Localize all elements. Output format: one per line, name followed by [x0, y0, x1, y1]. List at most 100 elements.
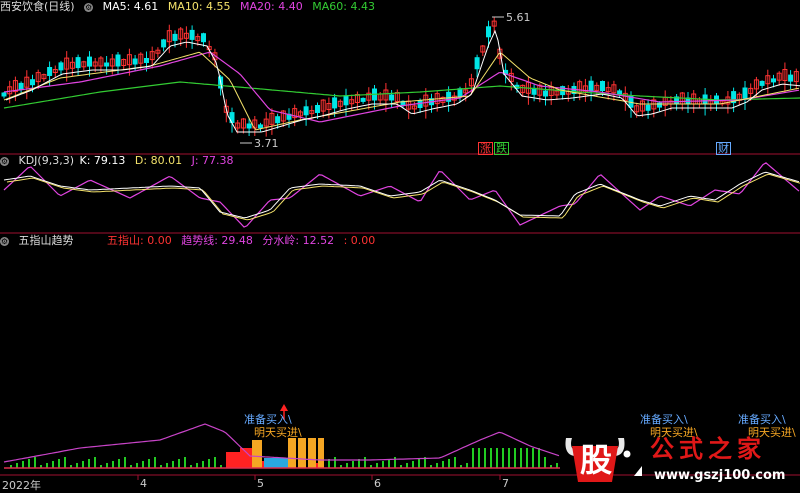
five-finger-bar — [514, 448, 516, 468]
signal-block — [298, 438, 306, 468]
five-finger-bar — [64, 457, 66, 468]
candle-body[interactable] — [645, 104, 651, 111]
five-finger-bar — [508, 448, 510, 468]
candle-body[interactable] — [275, 116, 281, 124]
tomorrow-buy-signal: 明天买进\ — [254, 426, 302, 439]
ma10-label: MA10: 4.55 — [167, 0, 231, 13]
candle-body[interactable] — [47, 67, 53, 76]
watermark-logo: 股 公式之家 www.gszj100.com — [562, 432, 800, 490]
watermark-url: www.gszj100.com — [654, 468, 786, 483]
candle-body[interactable] — [30, 79, 35, 86]
watermark-char: 股 — [579, 441, 612, 479]
candle-body[interactable] — [332, 97, 338, 109]
candle-body[interactable] — [144, 58, 149, 63]
five-finger-value: 五指山: 0.00 — [107, 234, 172, 247]
candle-body[interactable] — [315, 105, 320, 113]
five-finger-bar — [214, 457, 216, 468]
five-finger-bar — [172, 461, 174, 468]
trend-line-value: 趋势线: 29.48 — [181, 234, 253, 247]
event-tag-down[interactable]: 跌 — [494, 142, 509, 155]
extra-value: : 0.00 — [343, 234, 376, 247]
five-finger-bar — [178, 459, 180, 468]
kdj-k-value: K: 79.13 — [79, 154, 126, 167]
candlestick-series[interactable] — [1, 17, 799, 137]
candle-body[interactable] — [788, 74, 794, 82]
high-price-label: 5.61 — [506, 11, 531, 24]
candle-body[interactable] — [132, 58, 138, 65]
candle-body[interactable] — [303, 106, 309, 116]
candle-body[interactable] — [457, 88, 463, 98]
candle-body[interactable] — [104, 62, 110, 67]
kdj-name[interactable]: KDJ(9,3,3) — [19, 154, 75, 167]
five-finger-bar — [502, 448, 504, 468]
x-axis-label: 2022年 — [2, 479, 41, 492]
candle-body[interactable] — [600, 81, 605, 91]
five-finger-bar — [184, 457, 186, 468]
five-finger-bar — [22, 461, 24, 468]
signal-block — [288, 438, 296, 468]
candle-body[interactable] — [115, 54, 121, 67]
five-finger-bar — [496, 448, 498, 468]
kdj-d-value: D: 80.01 — [134, 154, 183, 167]
settings-icon[interactable]: ⚙ — [0, 236, 9, 246]
candle-body[interactable] — [161, 39, 167, 48]
stock-title[interactable]: 西安饮食(日线) — [0, 0, 75, 13]
candle-body[interactable] — [617, 90, 623, 95]
candle-body[interactable] — [759, 80, 765, 86]
candle-body[interactable] — [172, 33, 178, 41]
accent-icon — [634, 466, 642, 476]
settings-icon[interactable]: ⚙ — [84, 2, 94, 12]
event-tag-up[interactable]: 涨 — [478, 142, 493, 155]
candle-body[interactable] — [258, 124, 263, 129]
candle-body[interactable] — [389, 94, 395, 101]
five-finger-bar — [58, 459, 60, 468]
five-finger-bar — [34, 457, 36, 468]
x-axis-label: 7 — [502, 477, 509, 490]
indicator-name[interactable]: 五指山趋势 — [19, 234, 74, 247]
ma5-label: MA5: 4.61 — [102, 0, 159, 13]
candle-body[interactable] — [588, 80, 594, 92]
five-finger-bar — [334, 457, 336, 468]
five-finger-bar — [262, 461, 264, 468]
five-finger-bar — [148, 459, 150, 468]
candle-body[interactable] — [486, 26, 491, 38]
candle-body[interactable] — [343, 95, 349, 106]
dot-icon — [623, 450, 631, 458]
settings-icon[interactable]: ⚙ — [0, 156, 9, 166]
five-finger-bar — [544, 457, 546, 468]
candle-body[interactable] — [75, 57, 81, 69]
low-price-label: 3.71 — [254, 137, 279, 150]
ma60-label: MA60: 4.43 — [312, 0, 375, 13]
five-finger-bar — [490, 448, 492, 468]
kdj-header: ⚙ KDJ(9,3,3) K: 79.13 D: 80.01 J: 77.38 — [0, 154, 240, 168]
candle-body[interactable] — [18, 82, 24, 90]
candle-body[interactable] — [474, 57, 480, 70]
candle-body[interactable] — [771, 78, 776, 83]
five-finger-bar — [538, 448, 540, 468]
buy-arrow-icon — [280, 404, 288, 411]
five-finger-bar — [442, 461, 444, 468]
candle-body[interactable] — [58, 62, 64, 71]
signal-block — [240, 448, 252, 468]
signal-block — [226, 452, 240, 468]
signal-block — [318, 438, 324, 468]
five-finger-bar — [112, 461, 114, 468]
five-finger-bar — [418, 459, 420, 468]
five-finger-bar — [52, 461, 54, 468]
five-finger-bar — [532, 448, 534, 468]
candle-body[interactable] — [360, 97, 366, 102]
five-finger-bar — [154, 457, 156, 468]
candle-body[interactable] — [87, 56, 92, 67]
x-axis-label: 5 — [257, 477, 264, 490]
event-tag-finance[interactable]: 财 — [716, 142, 731, 155]
x-axis-label: 6 — [374, 477, 381, 490]
candle-body[interactable] — [201, 33, 206, 43]
candle-body[interactable] — [1, 92, 7, 97]
candle-body[interactable] — [189, 29, 195, 40]
five-finger-bar — [118, 459, 120, 468]
five-finger-bar — [520, 448, 522, 468]
five-finger-bar — [412, 461, 414, 468]
candle-body[interactable] — [246, 123, 252, 129]
candle-body[interactable] — [543, 90, 548, 97]
candle-body[interactable] — [742, 87, 748, 99]
